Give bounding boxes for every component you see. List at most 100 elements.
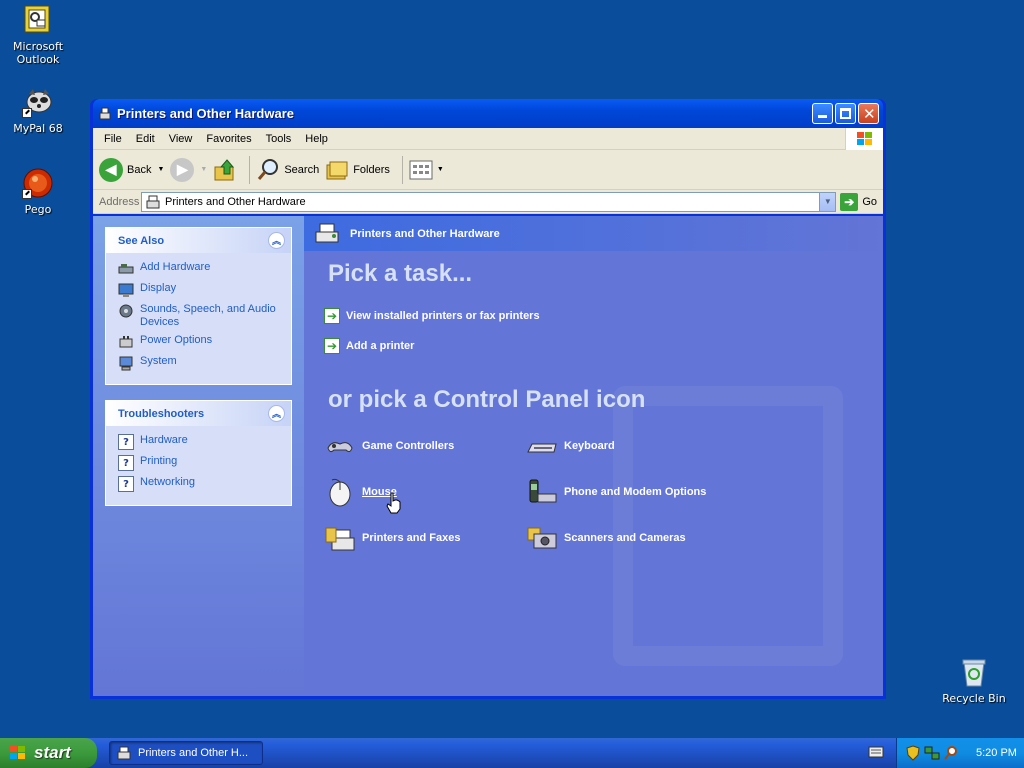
see-also-link-sounds[interactable]: Sounds, Speech, and Audio Devices [118, 303, 291, 329]
toolbar: ◀ Back ▼ ▶ ▼ Search Folders ▼ [93, 150, 883, 190]
dropdown-arrow-icon[interactable]: ▼ [437, 166, 444, 173]
see-also-link-add-hardware[interactable]: Add Hardware [118, 261, 291, 277]
printers-faxes-icon [325, 527, 355, 551]
task-arrow-icon: ➔ [324, 308, 340, 324]
dropdown-arrow-icon[interactable]: ▼ [200, 166, 207, 173]
go-label: Go [862, 195, 877, 208]
recycle-bin-icon [958, 656, 990, 688]
taskbar-item-printers[interactable]: Printers and Other H... [109, 741, 263, 765]
menu-view[interactable]: View [162, 133, 200, 145]
cp-icon-phone-modem[interactable]: Phone and Modem Options [526, 476, 706, 508]
folders-button[interactable]: Folders [325, 158, 390, 182]
desktop-icon-outlook[interactable]: Microsoft Outlook [0, 4, 76, 66]
see-also-link-display[interactable]: Display [118, 282, 291, 298]
task-add-printer[interactable]: ➔ Add a printer [324, 338, 414, 354]
search-button[interactable]: Search [256, 158, 319, 182]
desktop-icon-label: Microsoft Outlook [12, 40, 64, 66]
troubleshooters-header[interactable]: Troubleshooters ︽ [106, 401, 291, 426]
task-arrow-icon: ➔ [324, 338, 340, 354]
add-hardware-icon [118, 264, 134, 274]
troubleshooter-link-networking[interactable]: ? Networking [118, 476, 291, 492]
up-folder-icon [214, 158, 235, 180]
pick-task-heading: Pick a task... [328, 260, 473, 287]
clock[interactable]: 5:20 PM [976, 747, 1017, 759]
address-input[interactable]: Printers and Other Hardware ▼ [141, 191, 837, 212]
up-folder-button[interactable] [213, 158, 237, 182]
menu-tools[interactable]: Tools [259, 133, 299, 145]
desktop-icon-label: Pego [24, 203, 52, 216]
menu-file[interactable]: File [97, 133, 129, 145]
close-button[interactable]: ✕ [858, 103, 879, 124]
views-button[interactable]: ▼ [409, 159, 444, 181]
views-icon [409, 160, 433, 179]
see-also-header[interactable]: See Also ︽ [106, 228, 291, 253]
printer-folder-icon [117, 746, 131, 760]
menu-favorites[interactable]: Favorites [199, 133, 258, 145]
category-header: Printers and Other Hardware [304, 216, 883, 251]
go-button[interactable]: ➔ Go [836, 192, 883, 211]
address-dropdown-button[interactable]: ▼ [819, 192, 836, 211]
desktop-icon-pego[interactable]: Pego [0, 167, 76, 216]
system-tray: 5:20 PM [896, 738, 1024, 768]
see-also-link-system[interactable]: System [118, 355, 291, 371]
shortcut-arrow-icon [22, 108, 32, 118]
back-button[interactable]: ◀ Back ▼ [99, 157, 164, 182]
help-icon: ? [118, 455, 134, 471]
desktop-icon-label: Recycle Bin [942, 692, 1006, 705]
minimize-button[interactable] [812, 103, 833, 124]
title-bar[interactable]: Printers and Other Hardware ✕ [93, 99, 883, 128]
menu-edit[interactable]: Edit [129, 133, 162, 145]
taskbar: start Printers and Other H... 5:20 PM [0, 738, 1024, 768]
go-arrow-icon: ➔ [840, 192, 859, 211]
maximize-button[interactable] [835, 103, 856, 124]
desktop-icon-mypal[interactable]: MyPal 68 [0, 86, 76, 135]
mouse-icon [329, 478, 351, 507]
search-icon [258, 158, 279, 180]
windows-flag-icon [10, 746, 25, 759]
start-button[interactable]: start [0, 738, 97, 768]
collapse-chevron-icon[interactable]: ︽ [268, 405, 285, 422]
folders-icon [326, 161, 348, 179]
back-label: Back [127, 163, 152, 176]
system-icon [119, 356, 133, 371]
cp-label: Phone and Modem Options [564, 486, 707, 498]
sounds-icon [119, 304, 133, 318]
game-controller-icon [327, 442, 353, 453]
menu-help[interactable]: Help [298, 133, 335, 145]
category-title: Printers and Other Hardware [350, 227, 500, 240]
link-label: Networking [140, 476, 196, 488]
desktop-icon-recycle-bin[interactable]: Recycle Bin [936, 656, 1012, 705]
task-pane: See Also ︽ Add Hardware Display Sounds, … [93, 216, 304, 696]
cp-icon-printers-faxes[interactable]: Printers and Faxes [324, 522, 460, 554]
link-label: Display [140, 282, 177, 294]
cp-label: Keyboard [564, 440, 615, 452]
printer-folder-icon [146, 195, 160, 208]
troubleshooters-box: Troubleshooters ︽ ? Hardware ? Printing … [105, 400, 292, 506]
display-icon [118, 283, 134, 297]
dropdown-arrow-icon[interactable]: ▼ [157, 166, 164, 173]
taskbar-item-label: Printers and Other H... [138, 747, 249, 759]
link-label: Printing [140, 455, 178, 467]
network-icon[interactable] [924, 745, 940, 761]
security-shield-icon[interactable] [905, 745, 921, 761]
collapse-chevron-icon[interactable]: ︽ [268, 232, 285, 249]
search-label: Search [284, 163, 320, 176]
see-also-link-power[interactable]: Power Options [118, 334, 291, 350]
forward-arrow-icon: ▶ [170, 157, 195, 182]
language-bar-keyboard-icon[interactable] [868, 746, 884, 758]
search-icon[interactable] [943, 745, 959, 761]
help-icon: ? [118, 476, 134, 492]
link-label: Sounds, Speech, and Audio Devices [140, 303, 276, 328]
mypal-icon [22, 86, 54, 118]
troubleshooter-link-printing[interactable]: ? Printing [118, 455, 291, 471]
troubleshooter-link-hardware[interactable]: ? Hardware [118, 434, 291, 450]
cp-icon-scanners-cameras[interactable]: Scanners and Cameras [526, 522, 686, 554]
task-view-printers[interactable]: ➔ View installed printers or fax printer… [324, 308, 540, 324]
forward-button[interactable]: ▶ ▼ [170, 157, 207, 182]
toolbar-separator [249, 155, 251, 184]
link-label: Power Options [140, 334, 213, 346]
pego-icon [22, 167, 54, 199]
cp-icon-keyboard[interactable]: Keyboard [526, 430, 615, 462]
cp-icon-game-controllers[interactable]: Game Controllers [324, 430, 454, 462]
link-label: System [140, 355, 177, 367]
